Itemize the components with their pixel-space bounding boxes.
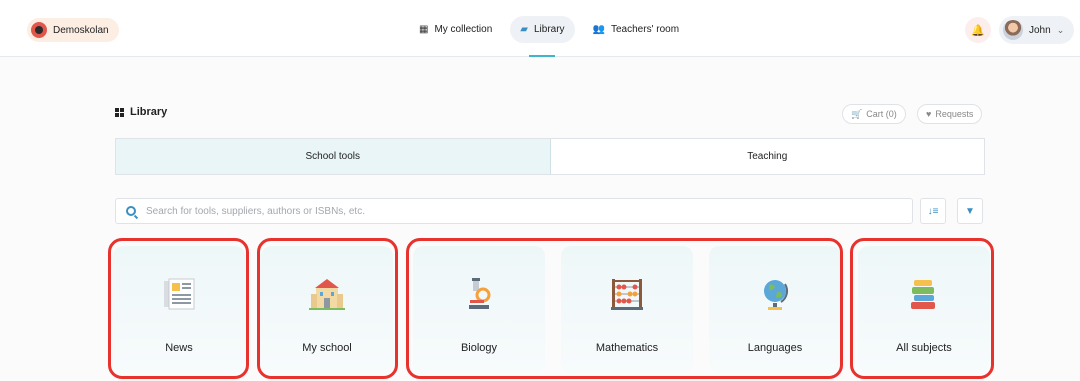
grid-icon [115, 107, 124, 117]
user-menu[interactable]: John ⌄ [999, 16, 1075, 44]
page-title-text: Library [130, 106, 168, 118]
people-icon: 👥 [592, 24, 605, 35]
category-label: All subjects [896, 342, 952, 354]
page-title: Library [115, 106, 167, 118]
category-label: Languages [747, 342, 803, 354]
cart-button[interactable]: 🛒 Cart (0) [842, 104, 906, 124]
microscope-icon [469, 278, 491, 309]
filter-button[interactable]: ▼ [957, 198, 983, 224]
nav-library-label: Library [533, 24, 565, 35]
category-all-subjects[interactable]: All subjects [858, 246, 990, 373]
sort-button[interactable]: ↓≡ [920, 198, 946, 224]
search-icon [126, 206, 136, 216]
heart-icon: ♥ [926, 109, 932, 119]
avatar [1003, 20, 1023, 40]
category-mathematics[interactable]: Mathematics [561, 246, 693, 373]
school-building-icon [309, 279, 345, 310]
tab-teaching[interactable]: Teaching [550, 139, 984, 174]
category-label: News [165, 342, 193, 354]
search-input[interactable] [146, 205, 846, 217]
sort-icon: ↓≡ [927, 205, 939, 217]
category-label: Mathematics [595, 342, 659, 354]
top-navigation-bar: Demoskolan ▦ My collection ▰ Library 👥 T… [0, 0, 1080, 57]
school-switcher[interactable]: Demoskolan [27, 18, 119, 42]
globe-icon [764, 280, 788, 310]
library-tabs: School tools Teaching [115, 138, 985, 175]
school-name: Demoskolan [53, 24, 109, 36]
school-logo-icon [31, 22, 47, 38]
nav-teachers-room[interactable]: 👥 Teachers' room [583, 16, 690, 43]
newspaper-icon [164, 278, 195, 310]
category-label: My school [302, 342, 352, 354]
category-biology[interactable]: Biology [413, 246, 545, 373]
chevron-down-icon: ⌄ [1056, 24, 1065, 35]
requests-button[interactable]: ♥ Requests [917, 104, 983, 124]
notifications-bell-icon[interactable]: 🔔 [965, 17, 991, 43]
category-label: Biology [460, 342, 498, 354]
abacus-icon [611, 279, 643, 310]
user-name: John [1029, 24, 1051, 36]
books-icon [911, 280, 935, 309]
nav-my-collection-label: My collection [434, 24, 493, 35]
filter-icon: ▼ [965, 205, 975, 217]
nav-teachers-room-label: Teachers' room [611, 24, 680, 35]
main-nav: ▦ My collection ▰ Library 👥 Teachers' ro… [409, 16, 690, 57]
grid-icon: ▦ [419, 24, 429, 35]
category-my-school[interactable]: My school [261, 246, 393, 373]
category-news[interactable]: News [113, 246, 245, 373]
tab-school-tools[interactable]: School tools [116, 139, 551, 174]
search-bar [115, 198, 913, 224]
cart-icon: 🛒 [851, 108, 863, 119]
cart-label: Cart (0) [866, 109, 897, 119]
nav-library[interactable]: ▰ Library [510, 16, 575, 57]
requests-label: Requests [935, 109, 974, 119]
category-languages[interactable]: Languages [709, 246, 841, 373]
nav-my-collection[interactable]: ▦ My collection [409, 16, 502, 43]
book-icon: ▰ [520, 24, 528, 35]
